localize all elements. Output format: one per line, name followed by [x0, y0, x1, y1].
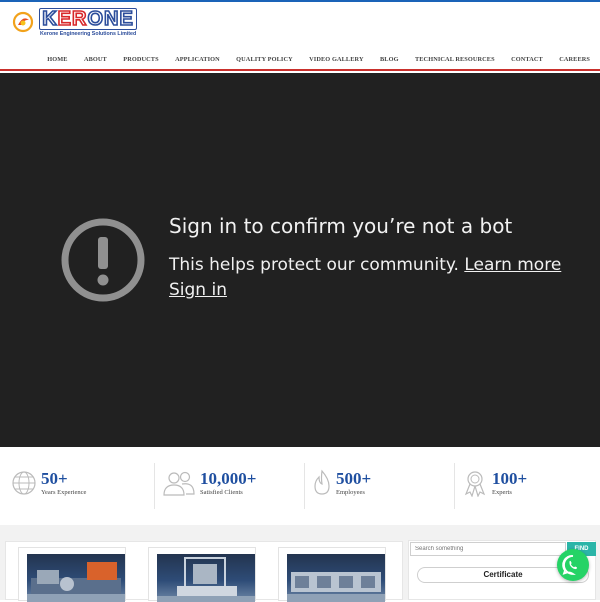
logo-tagline: Kerone Engineering Solutions Limited — [40, 31, 137, 37]
bot-check-subtitle: This helps protect our community. — [169, 255, 459, 275]
learn-more-link[interactable]: Learn more — [464, 255, 561, 275]
logo-letter: O — [87, 7, 104, 31]
stat-label: Satisfied Clients — [200, 489, 243, 496]
award-icon — [464, 471, 486, 497]
product-image — [157, 554, 255, 602]
product-image — [27, 554, 125, 602]
bot-check-title: Sign in to confirm you’re not a bot — [169, 214, 513, 238]
globe-icon — [12, 471, 36, 495]
main-nav: HOME ABOUT PRODUCTS APPLICATION QUALITY … — [39, 56, 590, 63]
flame-icon — [314, 469, 330, 495]
stat-value: 500+ — [336, 469, 372, 488]
machine-illustration — [27, 562, 125, 602]
sign-in-link[interactable]: Sign in — [169, 280, 227, 300]
logo-letter: E — [57, 7, 72, 31]
alert-circle-icon — [61, 218, 145, 302]
site-header: K E R O N E Kerone Engineering Solutions… — [0, 2, 600, 71]
stat-label: Employees — [336, 489, 365, 496]
logo-letter: N — [103, 7, 120, 31]
nav-home[interactable]: HOME — [39, 56, 76, 63]
nav-about[interactable]: ABOUT — [76, 56, 115, 63]
kerone-logo[interactable]: K E R O N E Kerone Engineering Solutions… — [12, 7, 138, 39]
nav-contact[interactable]: CONTACT — [503, 56, 551, 63]
nav-video-gallery[interactable]: VIDEO GALLERY — [301, 56, 372, 63]
nav-technical-resources[interactable]: TECHNICAL RESOURCES — [407, 56, 503, 63]
stat-divider — [454, 463, 455, 509]
product-card[interactable] — [278, 547, 386, 602]
users-icon — [163, 471, 195, 496]
stat-value: 50+ — [41, 469, 68, 488]
machine-illustration — [287, 572, 385, 602]
search-input[interactable] — [410, 542, 566, 556]
product-card[interactable] — [148, 547, 256, 602]
stat-value: 100+ — [492, 469, 528, 488]
logo-letter: R — [71, 7, 88, 31]
stat-label: Years Experience — [41, 489, 87, 496]
product-image — [287, 554, 385, 602]
stat-divider — [154, 463, 155, 509]
stats-strip: 50+ Years Experience 10,000+ Satisfied C… — [0, 447, 600, 525]
machine-illustration — [157, 557, 255, 602]
whatsapp-chat-button[interactable] — [557, 549, 589, 581]
stat-label: Experts — [492, 489, 512, 496]
logo-letter: E — [119, 7, 134, 31]
nav-quality-policy[interactable]: QUALITY POLICY — [228, 56, 301, 63]
bot-check-message: This helps protect our community. Learn … — [169, 253, 589, 303]
stat-value: 10,000+ — [200, 469, 257, 488]
nav-careers[interactable]: CAREERS — [551, 56, 590, 63]
nav-products[interactable]: PRODUCTS — [115, 56, 167, 63]
nav-blog[interactable]: BLOG — [372, 56, 407, 63]
logo-wordmark: K E R O N E — [39, 7, 137, 31]
whatsapp-icon — [562, 555, 578, 575]
flame-swirl-logo-icon — [12, 11, 34, 33]
logo-letter: K — [41, 7, 58, 31]
stat-divider — [304, 463, 305, 509]
product-grid — [5, 541, 403, 602]
product-card[interactable] — [18, 547, 126, 602]
nav-application[interactable]: APPLICATION — [167, 56, 228, 63]
